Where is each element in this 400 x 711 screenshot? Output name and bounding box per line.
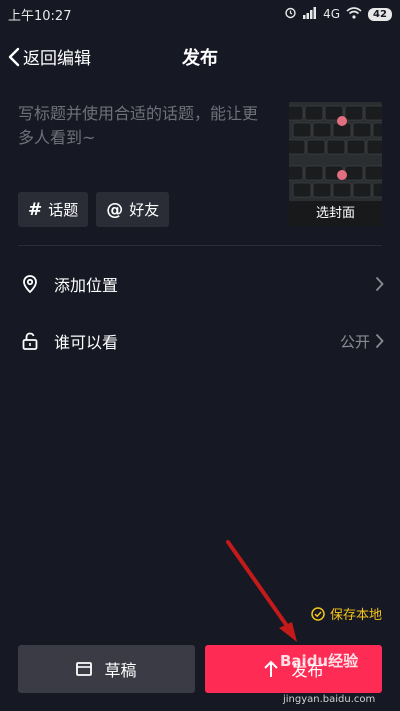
- save-local-toggle[interactable]: 保存本地: [311, 604, 382, 623]
- topic-chip-label: 话题: [48, 201, 79, 219]
- add-location-row[interactable]: 添加位置: [0, 256, 400, 312]
- wifi-icon: [346, 6, 362, 22]
- watermark-logo: Baidu经验: [280, 652, 359, 670]
- chevron-right-icon: [375, 333, 384, 349]
- location-pin-icon: [23, 275, 37, 294]
- friends-chip-label: 好友: [129, 201, 160, 219]
- check-circle-icon: [311, 606, 325, 621]
- status-bar: 上午10:27 4G 42: [0, 0, 400, 28]
- hashtag-icon: #: [28, 199, 43, 220]
- cover-label: 选封面: [289, 201, 382, 227]
- cover-thumbnail[interactable]: 选封面: [289, 102, 382, 227]
- status-time: 上午10:27: [8, 8, 72, 24]
- caption-input[interactable]: 写标题并使用合适的话题，能让更多人看到~: [18, 102, 273, 150]
- visibility-row[interactable]: 谁可以看 公开: [0, 313, 400, 369]
- watermark-site: jingyan.baidu.com: [283, 694, 376, 705]
- signal-icon: [303, 6, 317, 22]
- status-icons: 4G 42: [284, 6, 392, 22]
- save-local-label: 保存本地: [329, 608, 382, 623]
- friends-chip[interactable]: @ 好友: [96, 192, 170, 227]
- battery-icon: 42: [368, 7, 392, 21]
- topic-chip[interactable]: # 话题: [18, 192, 89, 227]
- alarm-icon: [284, 6, 297, 22]
- visibility-label: 谁可以看: [54, 333, 119, 352]
- publish-arrow-icon: [264, 660, 279, 677]
- add-location-label: 添加位置: [54, 276, 119, 295]
- at-icon: @: [106, 199, 124, 220]
- draft-label: 草稿: [104, 661, 137, 680]
- network-type: 4G: [323, 7, 340, 21]
- tag-chips: # 话题 @ 好友: [18, 192, 170, 227]
- divider: [18, 245, 382, 246]
- visibility-value: 公开: [339, 332, 370, 351]
- chevron-right-icon: [375, 276, 384, 292]
- nav-bar: 返回编辑 发布: [0, 36, 400, 76]
- draft-box-icon: [76, 662, 93, 676]
- page-title: 发布: [182, 48, 218, 69]
- unlock-icon: [22, 332, 38, 350]
- draft-button[interactable]: 草稿: [18, 645, 195, 693]
